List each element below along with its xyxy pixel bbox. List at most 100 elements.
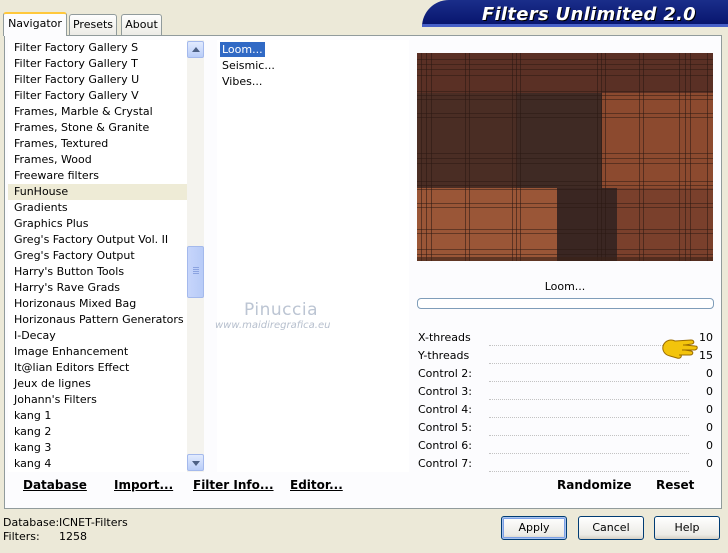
control-row[interactable]: Control 4: 0 xyxy=(415,402,715,420)
control-slider-track[interactable] xyxy=(489,417,689,418)
preview-filter-name: Loom... xyxy=(544,280,586,293)
tab-navigator-label: Navigator xyxy=(8,17,62,30)
grip-icon xyxy=(193,267,199,268)
list-actions-bar: Database Import... Filter Info... Editor… xyxy=(8,474,410,500)
category-scrollbar[interactable] xyxy=(187,40,204,472)
control-slider-track[interactable] xyxy=(489,453,689,454)
database-value: ICNET-Filters xyxy=(59,516,128,529)
chevron-down-icon xyxy=(192,461,200,466)
filter-item[interactable]: Loom... xyxy=(220,42,265,57)
control-label: Control 4: xyxy=(418,403,472,416)
control-slider-track[interactable] xyxy=(489,471,689,472)
cancel-button[interactable]: Cancel xyxy=(578,516,644,540)
category-item[interactable]: Horizonaus Mixed Bag xyxy=(8,296,204,312)
category-item[interactable]: Filter Factory Gallery T xyxy=(8,56,204,72)
control-label: Control 6: xyxy=(418,439,472,452)
control-value: 0 xyxy=(706,421,713,434)
watermark-name: Pinuccia xyxy=(244,300,318,320)
scroll-thumb[interactable] xyxy=(187,246,204,298)
category-item[interactable]: FunHouse xyxy=(8,184,204,200)
app-banner: Filters Unlimited 2.0 xyxy=(422,0,728,27)
control-row[interactable]: Control 7: 0 xyxy=(415,456,715,474)
category-item[interactable]: Gradients xyxy=(8,200,204,216)
category-item[interactable]: Filter Factory Gallery U xyxy=(8,72,204,88)
category-item[interactable]: Jeux de lignes xyxy=(8,376,204,392)
pointing-hand-icon xyxy=(662,339,698,359)
help-button[interactable]: Help xyxy=(654,516,720,540)
control-label: Control 3: xyxy=(418,385,472,398)
category-item[interactable]: Filter Factory Gallery S xyxy=(8,40,204,56)
control-value: 0 xyxy=(706,457,713,470)
tab-presets[interactable]: Presets xyxy=(69,14,117,35)
progress-bar xyxy=(417,298,714,309)
filters-count-value: 1258 xyxy=(59,530,87,543)
category-item[interactable]: Filter Factory Gallery V xyxy=(8,88,204,104)
filters-unlimited-window: Filters Unlimited 2.0 Navigator Presets … xyxy=(0,0,728,553)
watermark-url: www.maidiregrafica.eu xyxy=(215,320,331,331)
category-item[interactable]: Graphics Plus xyxy=(8,216,204,232)
database-label: Database: xyxy=(3,516,60,529)
tab-presets-label: Presets xyxy=(72,18,114,31)
category-item[interactable]: It@lian Editors Effect xyxy=(8,360,204,376)
control-value: 0 xyxy=(706,403,713,416)
filters-count-label: Filters: xyxy=(3,530,40,543)
category-list[interactable]: Filter Factory Gallery S Filter Factory G… xyxy=(8,40,204,472)
status-info: Database:ICNET-Filters Filters: 1258 xyxy=(3,516,128,544)
control-value: 10 xyxy=(699,331,713,344)
chevron-up-icon xyxy=(192,47,200,52)
control-slider-track[interactable] xyxy=(489,381,689,382)
control-row[interactable]: Control 3: 0 xyxy=(415,384,715,402)
tab-about[interactable]: About xyxy=(121,14,162,35)
reset-button[interactable]: Reset xyxy=(656,478,694,492)
control-value: 15 xyxy=(699,349,713,362)
control-row[interactable]: Control 6: 0 xyxy=(415,438,715,456)
control-slider-track[interactable] xyxy=(489,363,689,364)
category-item[interactable]: Image Enhancement xyxy=(8,344,204,360)
category-item[interactable]: Harry's Button Tools xyxy=(8,264,204,280)
category-item[interactable]: Freeware filters xyxy=(8,168,204,184)
category-item[interactable]: I-Decay xyxy=(8,328,204,344)
apply-button[interactable]: Apply xyxy=(501,516,567,540)
control-slider-track[interactable] xyxy=(489,435,689,436)
category-item[interactable]: kang 4 xyxy=(8,456,204,472)
randomize-button[interactable]: Randomize xyxy=(557,478,631,492)
preview-actions-bar: Randomize Reset xyxy=(414,474,714,500)
category-item[interactable]: Frames, Textured xyxy=(8,136,204,152)
control-label: Control 2: xyxy=(418,367,472,380)
control-row[interactable]: Control 5: 0 xyxy=(415,420,715,438)
control-slider-track[interactable] xyxy=(489,345,689,346)
category-item[interactable]: Frames, Stone & Granite xyxy=(8,120,204,136)
category-item[interactable]: Harry's Rave Grads xyxy=(8,280,204,296)
control-slider-track[interactable] xyxy=(489,399,689,400)
loom-preview-pattern xyxy=(417,53,713,261)
database-button[interactable]: Database xyxy=(23,478,87,492)
category-item[interactable]: Frames, Marble & Crystal xyxy=(8,104,204,120)
control-value: 0 xyxy=(706,385,713,398)
control-label: X-threads xyxy=(418,331,471,344)
app-title: Filters Unlimited 2.0 xyxy=(481,4,696,25)
control-label: Control 5: xyxy=(418,421,472,434)
category-item[interactable]: kang 1 xyxy=(8,408,204,424)
editor-button[interactable]: Editor... xyxy=(290,478,343,492)
category-item[interactable]: kang 3 xyxy=(8,440,204,456)
filter-info-button[interactable]: Filter Info... xyxy=(193,478,274,492)
control-value: 0 xyxy=(706,367,713,380)
control-label: Control 7: xyxy=(418,457,472,470)
category-item[interactable]: Greg's Factory Output xyxy=(8,248,204,264)
tab-about-label: About xyxy=(125,18,158,31)
category-item[interactable]: Greg's Factory Output Vol. II xyxy=(8,232,204,248)
category-item[interactable]: Frames, Wood xyxy=(8,152,204,168)
preview-image xyxy=(417,53,713,261)
control-label: Y-threads xyxy=(418,349,470,362)
filter-item[interactable]: Vibes... xyxy=(220,74,264,89)
scroll-down-button[interactable] xyxy=(187,454,204,471)
category-item[interactable]: Horizonaus Pattern Generators xyxy=(8,312,204,328)
tab-navigator[interactable]: Navigator xyxy=(3,12,67,36)
category-item[interactable]: Johann's Filters xyxy=(8,392,204,408)
filter-item[interactable]: Seismic... xyxy=(220,58,277,73)
scroll-up-button[interactable] xyxy=(187,41,204,58)
import-button[interactable]: Import... xyxy=(114,478,173,492)
filter-list[interactable]: Loom... Seismic... Vibes... xyxy=(217,40,409,472)
control-row[interactable]: Control 2: 0 xyxy=(415,366,715,384)
category-item[interactable]: kang 2 xyxy=(8,424,204,440)
